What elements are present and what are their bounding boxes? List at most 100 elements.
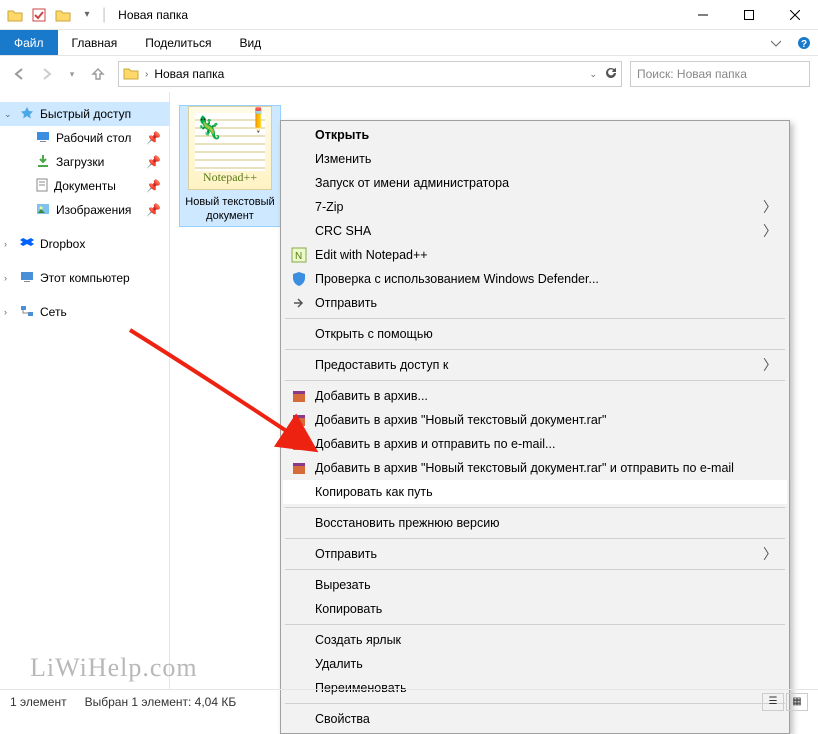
status-count: 1 элемент [10, 695, 67, 709]
chevron-down-icon[interactable]: ⌄ [589, 69, 597, 80]
tab-share[interactable]: Поделиться [131, 30, 225, 55]
history-dropdown-icon[interactable]: ▾ [60, 62, 84, 86]
view-details-button[interactable]: ☰ [762, 693, 784, 711]
menu-item-send[interactable]: Отправить [283, 291, 787, 315]
menu-item-open[interactable]: Открыть [283, 123, 787, 147]
refresh-icon[interactable] [603, 66, 617, 83]
qat-dropdown-icon[interactable]: ▾ [78, 6, 96, 24]
tab-home[interactable]: Главная [58, 30, 132, 55]
pin-icon: 📌 [146, 203, 161, 217]
menu-item-7zip[interactable]: 7-Zip〉 [283, 195, 787, 219]
svg-text:?: ? [801, 39, 807, 50]
forward-button[interactable] [34, 62, 58, 86]
menu-item-restore-previous[interactable]: Восстановить прежнюю версию [283, 511, 787, 535]
notepad-file-icon: ✏️ Notepad++ [188, 106, 272, 190]
menu-item-add-archive-email[interactable]: Добавить в архив и отправить по e-mail..… [283, 432, 787, 456]
notepad-icon: N [289, 245, 309, 265]
view-icons-button[interactable]: ▦ [786, 693, 808, 711]
winrar-icon [289, 458, 309, 478]
quick-access-toolbar: ▾ | [0, 6, 112, 24]
this-pc-label: Этот компьютер [40, 271, 130, 285]
pc-icon [20, 271, 34, 286]
file-label: Новый текстовый документ [180, 194, 280, 226]
menu-item-add-archive-named-email[interactable]: Добавить в архив "Новый текстовый докуме… [283, 456, 787, 480]
menu-item-copy-as-path[interactable]: Копировать как путь [283, 480, 787, 504]
pin-icon: 📌 [146, 155, 161, 169]
quick-access-label: Быстрый доступ [40, 107, 131, 121]
watermark: LiWiHelp.com [30, 653, 198, 683]
svg-text:N: N [295, 251, 302, 262]
menu-item-open-with[interactable]: Открыть с помощью [283, 322, 787, 346]
sidebar-item-pictures[interactable]: Изображения 📌 [0, 198, 169, 222]
network-icon [20, 305, 34, 320]
menu-item-run-as-admin[interactable]: Запуск от имени администратора [283, 171, 787, 195]
file-item[interactable]: ✏️ Notepad++ Новый текстовый документ [180, 106, 280, 226]
search-input[interactable]: Поиск: Новая папка [630, 61, 810, 87]
maximize-button[interactable] [726, 0, 772, 30]
dropbox-icon [20, 237, 34, 252]
chevron-right-icon: 〉 [763, 544, 777, 564]
tree-toggle-icon[interactable]: ⌄ [4, 109, 12, 120]
menu-item-add-archive-named[interactable]: Добавить в архив "Новый текстовый докуме… [283, 408, 787, 432]
address-row: ▾ › Новая папка ⌄ Поиск: Новая папка [0, 56, 818, 92]
pin-icon: 📌 [146, 179, 161, 193]
menu-item-cut[interactable]: Вырезать [283, 573, 787, 597]
window-controls [680, 0, 818, 30]
sidebar-item-this-pc[interactable]: › Этот компьютер [0, 266, 169, 290]
file-brand: Notepad++ [189, 170, 271, 185]
menu-item-create-shortcut[interactable]: Создать ярлык [283, 628, 787, 652]
sidebar-item-desktop[interactable]: Рабочий стол 📌 [0, 126, 169, 150]
menu-item-send-to[interactable]: Отправить〉 [283, 542, 787, 566]
star-icon [20, 106, 34, 123]
tree-toggle-icon[interactable]: › [4, 239, 7, 249]
menu-separator [285, 349, 785, 350]
minimize-button[interactable] [680, 0, 726, 30]
tab-view[interactable]: Вид [225, 30, 275, 55]
dropbox-label: Dropbox [40, 237, 85, 251]
chevron-right-icon: 〉 [763, 197, 777, 217]
up-button[interactable] [86, 62, 110, 86]
tree-toggle-icon[interactable]: › [4, 273, 7, 283]
sidebar-item-documents[interactable]: Документы 📌 [0, 174, 169, 198]
menu-item-edit-npp[interactable]: N Edit with Notepad++ [283, 243, 787, 267]
ribbon: Файл Главная Поделиться Вид ? [0, 30, 818, 56]
folder-icon [123, 66, 139, 83]
context-menu: Открыть Изменить Запуск от имени админис… [280, 120, 790, 734]
sidebar-item-label: Загрузки [56, 155, 104, 169]
tab-file[interactable]: Файл [0, 30, 58, 55]
sidebar-item-downloads[interactable]: Загрузки 📌 [0, 150, 169, 174]
address-bar[interactable]: › Новая папка ⌄ [118, 61, 622, 87]
back-button[interactable] [8, 62, 32, 86]
chevron-right-icon[interactable]: › [145, 69, 148, 80]
menu-separator [285, 624, 785, 625]
menu-item-grant-access[interactable]: Предоставить доступ к〉 [283, 353, 787, 377]
menu-item-crc-sha[interactable]: CRC SHA〉 [283, 219, 787, 243]
expand-ribbon-icon[interactable] [762, 30, 790, 55]
network-label: Сеть [40, 305, 67, 319]
menu-item-delete[interactable]: Удалить [283, 652, 787, 676]
pin-icon: 📌 [146, 131, 161, 145]
sidebar-item-label: Документы [54, 179, 116, 193]
sidebar-item-network[interactable]: › Сеть [0, 300, 169, 324]
close-button[interactable] [772, 0, 818, 30]
menu-item-copy[interactable]: Копировать [283, 597, 787, 621]
sidebar-item-label: Изображения [56, 203, 131, 217]
status-selection: Выбран 1 элемент: 4,04 КБ [85, 695, 237, 709]
menu-separator [285, 538, 785, 539]
menu-item-defender[interactable]: Проверка с использованием Windows Defend… [283, 267, 787, 291]
winrar-icon [289, 386, 309, 406]
sidebar-item-dropbox[interactable]: › Dropbox [0, 232, 169, 256]
help-icon[interactable]: ? [790, 30, 818, 55]
window-title: Новая папка [118, 8, 188, 22]
breadcrumb[interactable]: Новая папка [154, 67, 224, 81]
menu-item-add-archive[interactable]: Добавить в архив... [283, 384, 787, 408]
checkbox-icon[interactable] [30, 6, 48, 24]
documents-icon [36, 178, 48, 195]
menu-separator [285, 318, 785, 319]
tree-toggle-icon[interactable]: › [4, 307, 7, 317]
folder-small-icon [54, 6, 72, 24]
sidebar-item-quick-access[interactable]: ⌄ Быстрый доступ [0, 102, 169, 126]
menu-item-edit[interactable]: Изменить [283, 147, 787, 171]
share-icon [289, 293, 309, 313]
desktop-icon [36, 131, 50, 146]
